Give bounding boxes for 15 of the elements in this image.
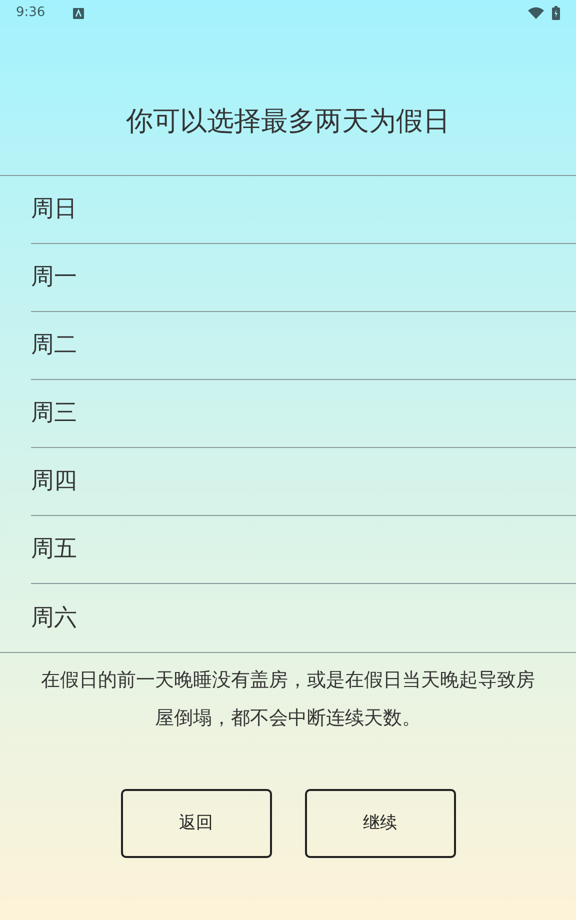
notification-icon <box>73 8 84 18</box>
status-time: 9:36 <box>16 4 46 22</box>
day-option[interactable]: 周六 <box>31 584 576 652</box>
day-option[interactable]: 周日 <box>31 176 576 244</box>
page-title: 你可以选择最多两天为假日 <box>126 108 450 134</box>
battery-icon <box>552 6 560 20</box>
back-button[interactable]: 返回 <box>120 789 272 858</box>
continue-button[interactable]: 继续 <box>304 789 456 858</box>
day-option[interactable]: 周四 <box>31 448 576 516</box>
wifi-icon <box>528 7 544 19</box>
day-option[interactable]: 周一 <box>31 244 576 312</box>
note-text: 在假日的前一天晚睡没有盖房，或是在假日当天晚起导致房屋倒塌，都不会中断连续天数。 <box>40 668 536 731</box>
day-option[interactable]: 周二 <box>31 312 576 380</box>
day-option[interactable]: 周五 <box>31 516 576 584</box>
day-option[interactable]: 周三 <box>31 380 576 448</box>
